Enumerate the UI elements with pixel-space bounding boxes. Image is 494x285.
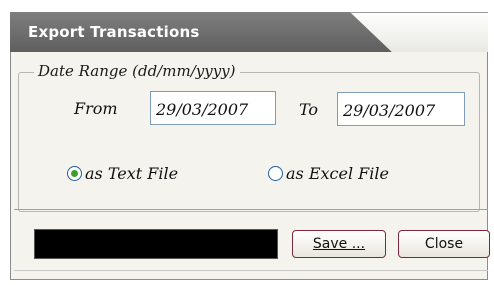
from-label: From [74, 99, 118, 118]
close-button-label: Close [424, 236, 464, 252]
radio-selected-dot [71, 170, 78, 177]
text-file-label[interactable]: as Text File [85, 164, 178, 183]
date-range-legend: Date Range (dd/mm/yyyy) [34, 62, 240, 80]
from-date-field[interactable]: 29/03/2007 [150, 91, 276, 125]
title-tab: Export Transactions [10, 12, 392, 52]
excel-file-radio[interactable] [268, 166, 283, 181]
text-file-radio[interactable] [67, 166, 82, 181]
close-button[interactable]: Close [398, 230, 490, 258]
save-button-label: Save ... [312, 236, 366, 252]
separator [14, 209, 488, 210]
to-label: To [299, 100, 319, 119]
to-date-field[interactable]: 29/03/2007 [337, 92, 465, 126]
excel-file-label[interactable]: as Excel File [286, 164, 389, 183]
save-button[interactable]: Save ... [292, 230, 386, 258]
title-bar: Export Transactions [10, 12, 488, 52]
bottom-edge [14, 270, 488, 271]
window-title: Export Transactions [28, 23, 200, 41]
status-bar [34, 229, 278, 259]
